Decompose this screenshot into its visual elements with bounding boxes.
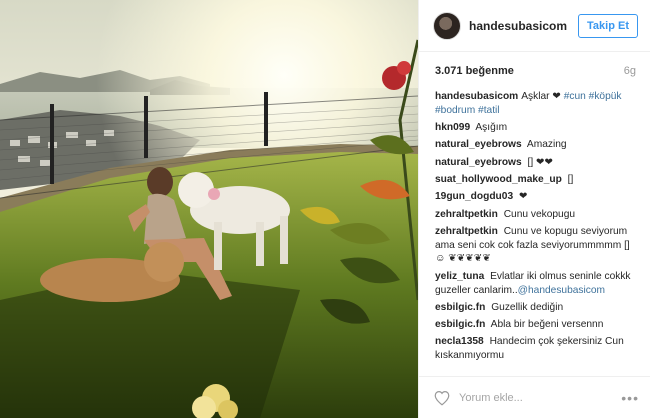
comment-item: esbilgic.fn Guzellik dediğin xyxy=(435,301,640,315)
comment-text: Guzellik dediğin xyxy=(491,301,564,313)
more-options-icon[interactable]: ••• xyxy=(621,390,639,406)
comment-item: 19gun_dogdu03 ❤ xyxy=(435,190,640,204)
post-sidebar: handesubasicom Takip Et 3.071 beğenme 6g… xyxy=(418,0,650,418)
caption-comment: handesubasicom Aşklar ❤ #cun #köpük #bodr… xyxy=(435,90,640,118)
comment-username[interactable]: handesubasicom xyxy=(435,91,518,102)
comment-username[interactable]: natural_eyebrows xyxy=(435,139,522,150)
comment-text: Abla bir beğeni versennn xyxy=(490,319,604,331)
post-header: handesubasicom Takip Et xyxy=(419,0,650,52)
comment-item: hkn099 Aşığım xyxy=(435,121,640,135)
comment-username[interactable]: hkn099 xyxy=(435,122,470,133)
comment-item: esbilgic.fn Abla bir beğeni versennn xyxy=(435,318,640,332)
follow-button[interactable]: Takip Et xyxy=(578,13,638,38)
comment-input[interactable] xyxy=(459,391,622,404)
likes-count[interactable]: 3.071 beğenme xyxy=(435,65,514,77)
comment-text: Amazing xyxy=(526,139,567,151)
post-author-username[interactable]: handesubasicom xyxy=(469,19,578,33)
heart-outline-icon[interactable] xyxy=(433,389,451,407)
photo-illustration xyxy=(0,0,418,418)
comment-username[interactable]: necla1358 xyxy=(435,336,484,347)
comment-item: suat_hollywood_make_up [] xyxy=(435,173,640,187)
comment-text: ❤ xyxy=(518,191,528,203)
post-age[interactable]: 6g xyxy=(624,65,636,77)
comment-username[interactable]: zehraltpetkin xyxy=(435,209,498,220)
comment-item: zehraltpetkin Cunu ve kopugu seviyorum a… xyxy=(435,225,640,266)
comment-username[interactable]: natural_eyebrows xyxy=(435,157,522,168)
comment-username[interactable]: yeliz_tuna xyxy=(435,271,484,282)
post-meta: 3.071 beğenme 6g xyxy=(419,52,650,90)
comment-item: zehraltpetkin Cunu vekopugu xyxy=(435,208,640,222)
comment-username[interactable]: zehraltpetkin xyxy=(435,226,498,237)
comment-mention[interactable]: @handesubasicom xyxy=(518,285,605,296)
comment-username[interactable]: esbilgic.fn xyxy=(435,319,485,330)
comment-text: [] ❤❤ xyxy=(527,156,554,168)
comment-username[interactable]: 19gun_dogdu03 xyxy=(435,191,513,202)
comment-footer: ••• xyxy=(419,376,650,418)
comment-text: [] xyxy=(567,173,574,185)
comment-item: yeliz_tuna Evlatlar iki olmus seninle co… xyxy=(435,270,640,298)
comment-text: Cunu vekopugu xyxy=(503,208,576,220)
comment-username[interactable]: suat_hollywood_make_up xyxy=(435,174,562,185)
comments-list: handesubasicom Aşklar ❤ #cun #köpük #bodr… xyxy=(419,90,650,374)
comment-text: Aşığım xyxy=(475,122,508,134)
comment-text: Aşklar ❤ xyxy=(521,91,564,102)
comment-username[interactable]: esbilgic.fn xyxy=(435,302,485,313)
comment-item: natural_eyebrows [] ❤❤ xyxy=(435,156,640,170)
comment-item: natural_eyebrows Amazing xyxy=(435,138,640,152)
post-photo[interactable] xyxy=(0,0,418,418)
avatar[interactable] xyxy=(433,11,461,40)
instagram-post-view: handesubasicom Takip Et 3.071 beğenme 6g… xyxy=(0,0,650,418)
comment-item: necla1358 Handecim çok şekersiniz Cun kı… xyxy=(435,335,640,363)
